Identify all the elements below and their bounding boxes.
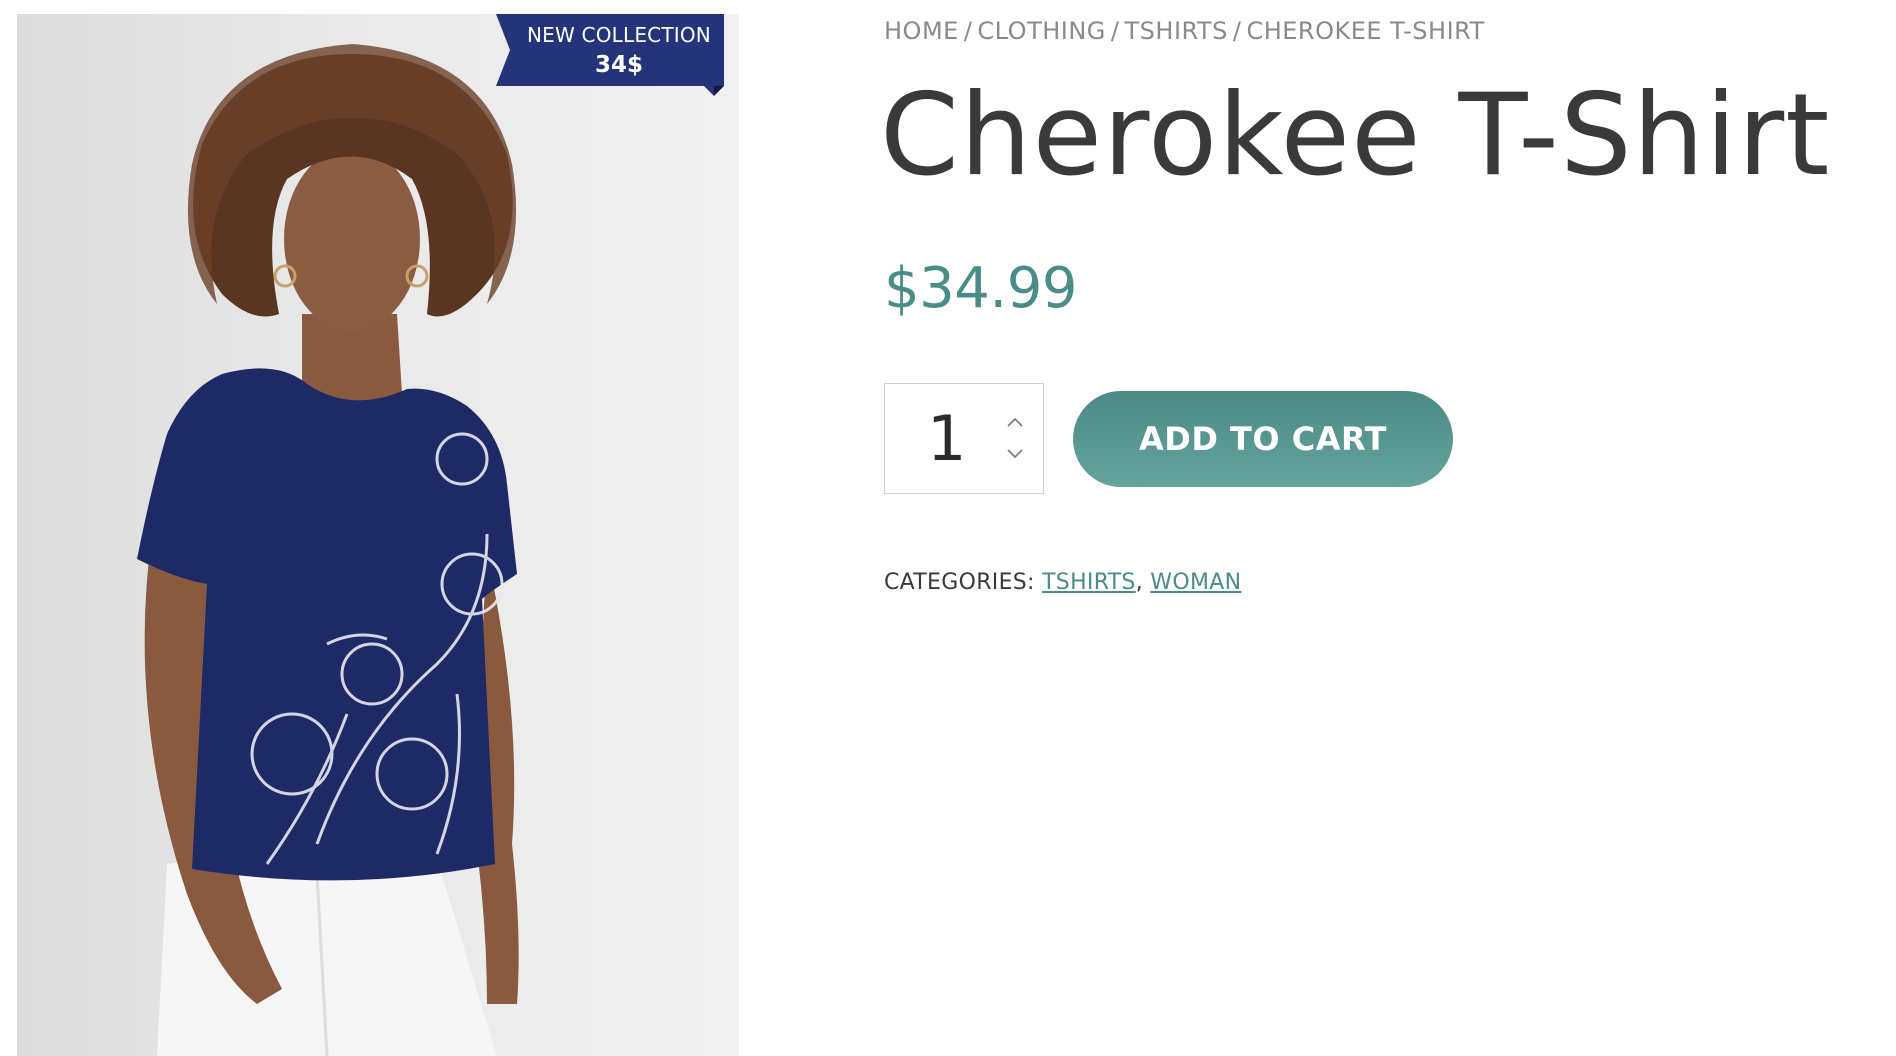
decrement-button[interactable] [1003, 444, 1027, 462]
quantity-value[interactable]: 1 [927, 404, 966, 474]
product-categories: CATEGORIES: TSHIRTS, WOMAN [884, 570, 1241, 595]
product-title: Cherokee T-Shirt [880, 69, 1831, 201]
category-separator: , [1135, 570, 1143, 595]
chevron-down-icon [1007, 449, 1023, 459]
breadcrumb-separator: / [1110, 17, 1120, 45]
category-link-tshirts[interactable]: TSHIRTS [1042, 570, 1136, 595]
product-price: $34.99 [884, 256, 1077, 321]
chevron-up-icon [1007, 417, 1023, 427]
model-photo [137, 44, 519, 1056]
increment-button[interactable] [1003, 414, 1027, 432]
breadcrumb: HOME / CLOTHING / TSHIRTS / CHEROKEE T-SHIRT [884, 17, 1485, 45]
categories-label: CATEGORIES: [884, 570, 1035, 595]
breadcrumb-separator: / [963, 17, 973, 45]
breadcrumb-tshirts[interactable]: TSHIRTS [1125, 17, 1228, 45]
category-link-woman[interactable]: WOMAN [1150, 570, 1241, 595]
badge-title: NEW COLLECTION [527, 23, 711, 47]
quantity-stepper[interactable]: 1 [884, 383, 1044, 494]
breadcrumb-current: CHEROKEE T-SHIRT [1246, 17, 1485, 45]
new-collection-badge: NEW COLLECTION 34$ [496, 14, 724, 104]
breadcrumb-home[interactable]: HOME [884, 17, 959, 45]
add-to-cart-button[interactable]: ADD TO CART [1073, 391, 1453, 487]
stepper-controls [1003, 414, 1027, 464]
breadcrumb-clothing[interactable]: CLOTHING [977, 17, 1106, 45]
breadcrumb-separator: / [1232, 17, 1242, 45]
badge-price: 34$ [594, 52, 643, 78]
product-page: NEW COLLECTION 34$ HOME / CLOTHING / TSHIRTS… [0, 0, 1896, 1056]
product-image[interactable]: NEW COLLECTION 34$ [17, 14, 739, 1056]
